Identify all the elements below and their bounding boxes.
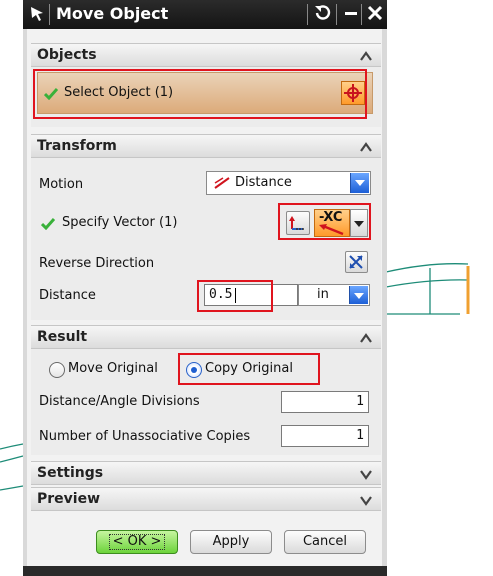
section-title: Transform xyxy=(37,138,117,154)
vector-type-dropdown[interactable] xyxy=(350,209,368,237)
cancel-button[interactable]: Cancel xyxy=(284,530,366,554)
reverse-direction-icon xyxy=(349,255,363,269)
checkmark-icon xyxy=(44,88,58,100)
distance-value: 0.5 xyxy=(209,287,233,302)
cad-curve xyxy=(385,279,469,288)
reset-icon xyxy=(315,5,331,20)
divisions-input[interactable]: 1 xyxy=(281,391,369,413)
distance-unit: in xyxy=(317,287,329,302)
title-bar[interactable]: Move Object xyxy=(23,0,387,29)
title-separator xyxy=(49,4,50,25)
minimize-icon xyxy=(345,12,357,15)
distance-label: Distance xyxy=(39,288,96,303)
section-title: Settings xyxy=(37,465,104,481)
title-separator xyxy=(336,4,337,25)
distance-unit-dropdown[interactable]: in xyxy=(298,284,370,306)
motion-label: Motion xyxy=(39,177,84,192)
chevron-up-icon[interactable] xyxy=(359,141,373,153)
chevron-up-icon[interactable] xyxy=(359,332,373,344)
section-header-objects[interactable]: Objects xyxy=(31,43,381,67)
motion-value: Distance xyxy=(235,175,292,190)
select-object-row[interactable]: Select Object (1) xyxy=(37,72,373,114)
dialog-title: Move Object xyxy=(56,4,169,23)
chevron-down-icon xyxy=(354,221,364,227)
divisions-label: Distance/Angle Divisions xyxy=(39,394,200,409)
section-title: Preview xyxy=(37,491,101,507)
reverse-direction-button[interactable] xyxy=(345,251,368,273)
dialog-bottom-border xyxy=(23,566,387,576)
dropdown-arrow-icon[interactable] xyxy=(350,173,369,193)
chevron-down-icon[interactable] xyxy=(359,468,373,480)
vector-dialog-button[interactable] xyxy=(286,211,310,235)
cad-curve xyxy=(0,443,24,450)
vector-type-button[interactable]: -XC xyxy=(314,209,350,237)
section-header-settings[interactable]: Settings xyxy=(31,461,381,485)
apply-button[interactable]: Apply xyxy=(190,530,272,554)
ok-label: < OK > xyxy=(108,534,166,550)
copy-original-radio[interactable] xyxy=(186,362,202,378)
minimize-button[interactable] xyxy=(340,3,362,25)
section-title: Result xyxy=(37,329,88,345)
title-separator xyxy=(361,4,362,25)
distance-input[interactable]: 0.5 xyxy=(204,284,298,306)
section-title: Objects xyxy=(37,47,97,63)
close-icon xyxy=(367,5,383,21)
cad-curve xyxy=(385,263,469,273)
cad-curve xyxy=(0,485,24,491)
move-original-radio[interactable] xyxy=(49,362,65,378)
distance-motion-icon xyxy=(214,177,230,189)
section-header-preview[interactable]: Preview xyxy=(31,487,381,511)
chevron-up-icon[interactable] xyxy=(359,50,373,62)
copies-input[interactable]: 1 xyxy=(281,425,369,447)
copy-original-label: Copy Original xyxy=(205,361,293,376)
move-original-label: Move Original xyxy=(68,361,158,376)
copies-label: Number of Unassociative Copies xyxy=(39,429,251,444)
chevron-down-icon[interactable] xyxy=(359,494,373,506)
ok-button[interactable]: < OK > xyxy=(96,530,178,554)
select-object-button[interactable] xyxy=(341,81,365,105)
close-button[interactable] xyxy=(364,3,386,25)
select-object-label: Select Object (1) xyxy=(64,85,174,100)
crosshair-icon xyxy=(344,84,362,102)
motion-dropdown[interactable]: Distance xyxy=(206,171,371,195)
text-caret xyxy=(235,288,236,303)
section-header-result[interactable]: Result xyxy=(31,325,381,349)
checkmark-icon xyxy=(41,218,55,230)
reverse-direction-label: Reverse Direction xyxy=(39,256,155,271)
vector-constructor-icon xyxy=(289,216,304,230)
cad-curve xyxy=(0,455,24,463)
dropdown-arrow-icon[interactable] xyxy=(349,286,368,304)
section-header-transform[interactable]: Transform xyxy=(31,134,381,158)
cursor-arrow-icon xyxy=(31,7,43,21)
title-separator xyxy=(307,4,308,25)
reset-button[interactable] xyxy=(312,3,334,25)
specify-vector-label: Specify Vector (1) xyxy=(62,215,178,230)
vector-arrow-icon xyxy=(319,224,344,236)
